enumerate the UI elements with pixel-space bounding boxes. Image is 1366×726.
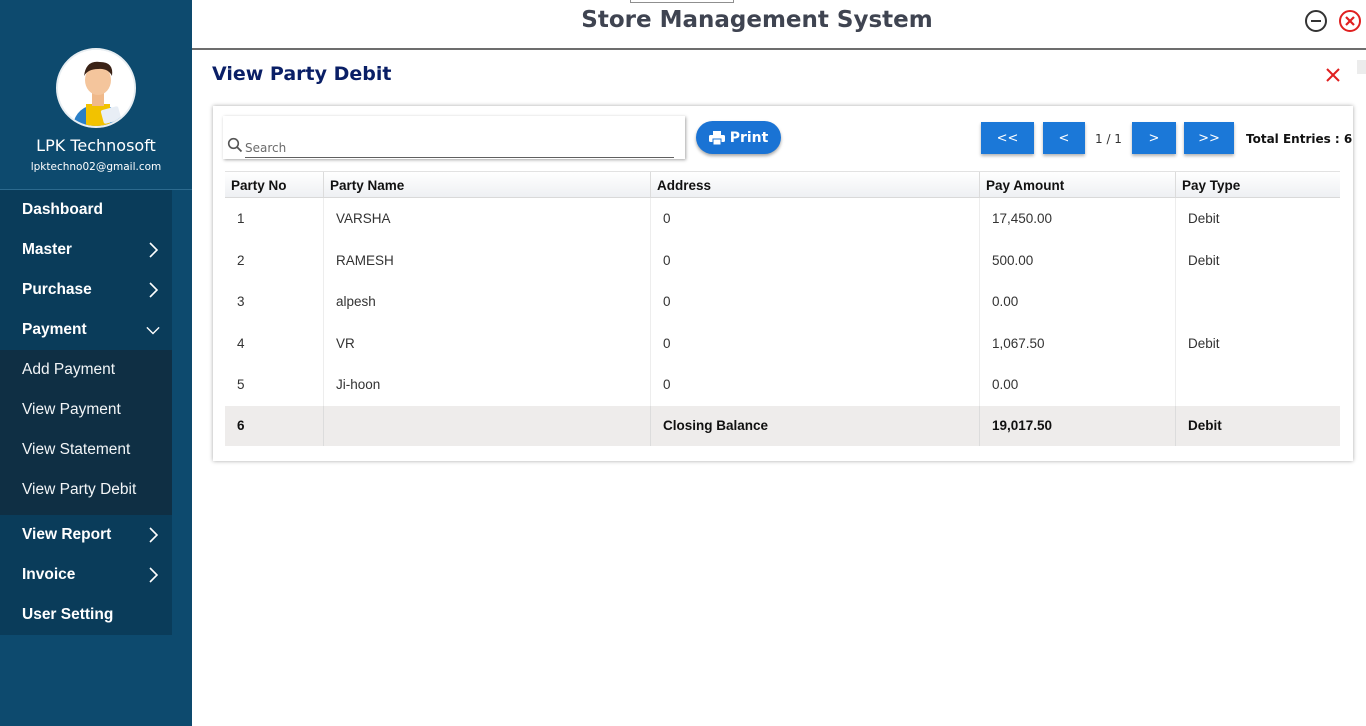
cell-party-name: RAMESH <box>323 239 650 282</box>
sidebar-item-view-report[interactable]: View Report <box>0 515 172 555</box>
footer-closing-balance-label: Closing Balance <box>650 405 979 446</box>
close-icon <box>1326 68 1340 82</box>
column-header-party-name[interactable]: Party Name <box>323 172 650 197</box>
column-header-party-no[interactable]: Party No <box>225 172 323 197</box>
sidebar-item-label: Invoice <box>22 566 76 583</box>
sidebar-item-label: View Report <box>22 526 112 543</box>
total-entries: Total Entries : 6 <box>1246 132 1353 146</box>
cell-party-no: 4 <box>237 335 245 351</box>
cell-address: 0 <box>650 364 979 406</box>
cell-pay-type: Debit <box>1175 322 1340 365</box>
table-row[interactable]: 4 VR 0 1,067.50 Debit <box>225 322 1340 365</box>
search-icon <box>227 137 243 153</box>
cell-address: 0 <box>650 198 979 240</box>
sidebar-item-user-setting[interactable]: User Setting <box>0 595 172 635</box>
prev-page-button[interactable]: < <box>1043 122 1085 154</box>
sidebar-item-label: Purchase <box>22 281 92 298</box>
cell-party-name: alpesh <box>323 281 650 323</box>
footer-empty <box>323 405 650 446</box>
sidebar: LPK Technosoft lpktechno02@gmail.com Das… <box>0 0 192 726</box>
search-box <box>223 116 685 159</box>
payment-submenu: Add Payment View Payment View Statement … <box>0 350 172 515</box>
sidebar-item-dashboard[interactable]: Dashboard <box>0 190 172 230</box>
sidebar-item-master[interactable]: Master <box>0 230 172 270</box>
cell-pay-amount: 500.00 <box>979 239 1175 282</box>
cell-party-no: 1 <box>237 211 245 226</box>
close-circle-icon <box>1339 10 1361 32</box>
cell-party-name: Ji-hoon <box>323 364 650 406</box>
scrollbar-nub[interactable] <box>1357 60 1366 74</box>
column-header-pay-type[interactable]: Pay Type <box>1175 172 1340 197</box>
cell-address: 0 <box>650 281 979 323</box>
cell-pay-amount: 0.00 <box>979 281 1175 323</box>
cell-pay-amount: 1,067.50 <box>979 322 1175 365</box>
cell-pay-type: Debit <box>1175 239 1340 282</box>
sidebar-item-label: Payment <box>22 321 87 338</box>
sidebar-item-label: Master <box>22 241 72 258</box>
sidebar-item-label: User Setting <box>22 606 114 623</box>
print-button-label: Print <box>729 129 769 146</box>
table-row[interactable]: 3 alpesh 0 0.00 <box>225 281 1340 323</box>
chevron-right-icon <box>146 555 160 595</box>
printer-icon <box>708 130 725 145</box>
sidebar-item-payment[interactable]: Payment <box>0 310 172 350</box>
column-header-address[interactable]: Address <box>650 172 979 197</box>
last-page-button[interactable]: >> <box>1184 122 1234 154</box>
close-page-button[interactable] <box>1324 66 1342 84</box>
table-row[interactable]: 2 RAMESH 0 500.00 Debit <box>225 239 1340 282</box>
avatar <box>56 48 136 128</box>
cell-pay-amount: 17,450.00 <box>979 198 1175 240</box>
cell-pay-type <box>1175 364 1340 406</box>
cell-pay-amount: 0.00 <box>979 364 1175 406</box>
table-header: Party No Party Name Address Pay Amount P… <box>225 171 1340 198</box>
cell-pay-type <box>1175 281 1340 323</box>
cell-party-name: VARSHA <box>323 198 650 240</box>
chevron-down-icon <box>146 310 160 350</box>
chevron-right-icon <box>146 270 160 310</box>
chevron-right-icon <box>146 515 160 555</box>
cell-address: 0 <box>650 322 979 365</box>
cell-party-no: 5 <box>237 377 245 393</box>
page-title: View Party Debit <box>212 63 392 85</box>
sidebar-item-label: Dashboard <box>22 201 103 218</box>
print-button[interactable]: Print <box>696 121 781 154</box>
cell-address: 0 <box>650 239 979 282</box>
sidebar-subitem-view-party-debit[interactable]: View Party Debit <box>0 470 172 510</box>
next-page-button[interactable]: > <box>1132 122 1176 154</box>
party-debit-card: Print << < 1 / 1 > >> Total Entries : 6 … <box>213 106 1353 461</box>
search-input[interactable] <box>245 138 674 158</box>
footer-pay-type: Debit <box>1175 405 1340 446</box>
sidebar-subitem-view-statement[interactable]: View Statement <box>0 430 172 470</box>
column-header-pay-amount[interactable]: Pay Amount <box>979 172 1175 197</box>
cell-pay-type: Debit <box>1175 198 1340 240</box>
sidebar-subitem-view-payment[interactable]: View Payment <box>0 390 172 430</box>
sidebar-subitem-add-payment[interactable]: Add Payment <box>0 350 172 390</box>
minimize-icon <box>1305 10 1327 32</box>
sidebar-item-purchase[interactable]: Purchase <box>0 270 172 310</box>
cell-party-name: VR <box>323 322 650 365</box>
footer-count: 6 <box>237 417 245 433</box>
party-debit-table: Party No Party Name Address Pay Amount P… <box>225 171 1340 446</box>
user-avatar-icon <box>58 50 134 126</box>
first-page-button[interactable]: << <box>981 122 1034 154</box>
sidebar-item-invoice[interactable]: Invoice <box>0 555 172 595</box>
sidebar-menu: Dashboard Master Purchase Payment Add Pa… <box>0 190 172 635</box>
profile-email: lpktechno02@gmail.com <box>30 161 162 173</box>
close-app-button[interactable] <box>1338 9 1362 33</box>
chevron-right-icon <box>146 230 160 270</box>
footer-closing-balance-amount: 19,017.50 <box>979 405 1175 446</box>
table-footer-row: 6 Closing Balance 19,017.50 Debit <box>225 405 1340 446</box>
page-indicator: 1 / 1 <box>1095 132 1122 146</box>
header-tab-handle <box>630 0 734 3</box>
cell-party-no: 3 <box>237 294 245 310</box>
table-row[interactable]: 5 Ji-hoon 0 0.00 <box>225 364 1340 406</box>
profile-panel: LPK Technosoft lpktechno02@gmail.com <box>0 0 192 190</box>
minimize-button[interactable] <box>1304 9 1328 33</box>
profile-name: LPK Technosoft <box>36 136 156 155</box>
app-title: Store Management System <box>581 7 933 33</box>
cell-party-no: 2 <box>237 252 245 268</box>
table-row[interactable]: 1 VARSHA 0 17,450.00 Debit <box>225 198 1340 240</box>
app-header: Store Management System <box>192 0 1366 50</box>
